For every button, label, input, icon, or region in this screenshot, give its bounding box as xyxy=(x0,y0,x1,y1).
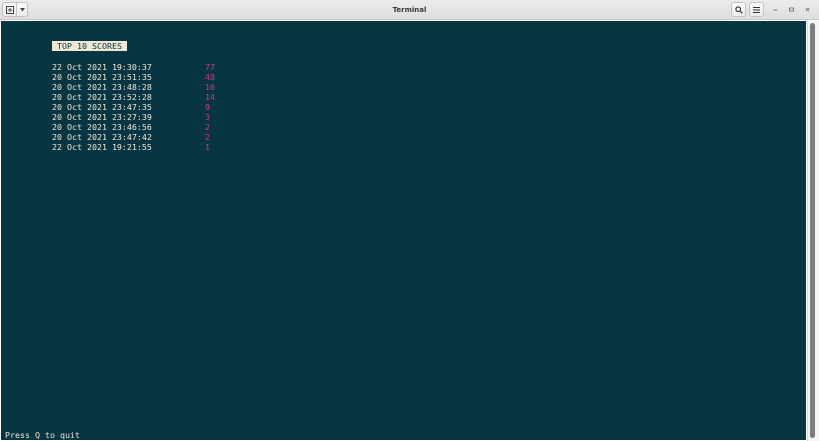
score-value: 2 xyxy=(205,132,210,142)
score-row: 20 Oct 2021 23:47:42 2 xyxy=(52,132,252,142)
score-value: 3 xyxy=(205,112,210,122)
search-button[interactable] xyxy=(731,2,746,17)
score-row: 20 Oct 2021 23:52:28 14 xyxy=(52,92,252,102)
score-row: 22 Oct 2021 19:30:37 77 xyxy=(52,62,252,72)
score-value: 9 xyxy=(205,102,210,112)
chevron-down-icon xyxy=(19,7,25,11)
score-value: 16 xyxy=(205,82,215,92)
scrollbar-thumb[interactable] xyxy=(810,23,815,438)
title-bar: Terminal xyxy=(0,0,819,20)
score-row: 20 Oct 2021 23:27:39 3 xyxy=(52,112,252,122)
window-title: Terminal xyxy=(392,6,427,14)
close-button[interactable] xyxy=(801,2,813,17)
menu-button[interactable] xyxy=(749,2,764,17)
score-date: 20 Oct 2021 23:27:39 xyxy=(52,112,152,122)
score-value: 77 xyxy=(205,62,215,72)
vertical-scrollbar[interactable] xyxy=(807,21,819,441)
score-row: 20 Oct 2021 23:51:35 48 xyxy=(52,72,252,82)
new-tab-icon xyxy=(5,5,14,14)
score-value: 2 xyxy=(205,122,210,132)
search-icon xyxy=(734,5,743,14)
maximize-icon xyxy=(788,7,794,12)
minimize-icon xyxy=(773,9,777,11)
score-date: 22 Oct 2021 19:30:37 xyxy=(52,62,152,72)
score-date: 20 Oct 2021 23:47:42 xyxy=(52,132,152,142)
score-date: 20 Oct 2021 23:52:28 xyxy=(52,92,152,102)
score-date: 22 Oct 2021 19:21:55 xyxy=(52,142,152,152)
maximize-button[interactable] xyxy=(785,2,797,17)
terminal-window: Terminal TOP 10 SCORES 22 Oct 2021 19:30… xyxy=(0,0,819,441)
terminal-output[interactable]: TOP 10 SCORES 22 Oct 2021 19:30:37 77 20 O… xyxy=(1,21,806,440)
score-row: 20 Oct 2021 23:47:35 9 xyxy=(52,102,252,112)
minimize-button[interactable] xyxy=(769,2,781,17)
score-date: 20 Oct 2021 23:48:28 xyxy=(52,82,152,92)
score-row: 20 Oct 2021 23:48:28 16 xyxy=(52,82,252,92)
score-list: 22 Oct 2021 19:30:37 77 20 Oct 2021 23:51:… xyxy=(52,62,252,152)
new-tab-dropdown-button[interactable] xyxy=(17,2,28,17)
score-value: 48 xyxy=(205,72,215,82)
score-value: 1 xyxy=(205,142,210,152)
score-date: 20 Oct 2021 23:51:35 xyxy=(52,72,152,82)
score-date: 20 Oct 2021 23:47:35 xyxy=(52,102,152,112)
score-row: 22 Oct 2021 19:21:55 1 xyxy=(52,142,252,152)
scores-header: TOP 10 SCORES xyxy=(52,41,127,51)
hamburger-menu-icon xyxy=(753,6,760,13)
new-tab-button[interactable] xyxy=(2,2,17,17)
new-tab-button-group xyxy=(2,2,28,17)
score-row: 20 Oct 2021 23:46:56 2 xyxy=(52,122,252,132)
score-date: 20 Oct 2021 23:46:56 xyxy=(52,122,152,132)
close-icon xyxy=(805,7,809,12)
score-value: 14 xyxy=(205,92,215,102)
quit-hint: Press Q to quit xyxy=(5,430,80,440)
